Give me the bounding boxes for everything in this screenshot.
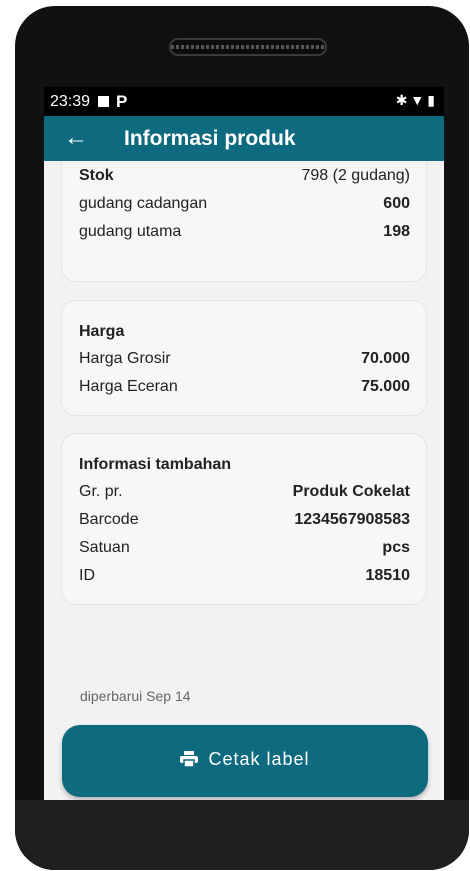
status-bar: 23:39 P ✱▼▮ <box>44 87 444 116</box>
notification-icon <box>98 96 109 107</box>
info-title: Informasi tambahan <box>79 456 232 473</box>
info-label: Satuan <box>79 539 130 556</box>
stock-row: gudang utama 198 <box>79 221 410 245</box>
wifi-icon: ▼ <box>410 92 428 108</box>
navigation-bar <box>15 800 469 870</box>
bluetooth-icon: ✱ <box>395 92 411 108</box>
stock-card: Stok 798 (2 gudang) gudang cadangan 600 … <box>62 161 426 281</box>
speaker-grille <box>169 38 327 56</box>
price-title-row: Harga <box>79 321 410 345</box>
app-bar: ← Informasi produk <box>44 116 444 161</box>
product-details[interactable]: Stok 798 (2 gudang) gudang cadangan 600 … <box>44 161 444 800</box>
info-title-row: Informasi tambahan <box>79 454 410 478</box>
stock-value: 798 (2 gudang) <box>301 167 410 184</box>
price-row: Harga Grosir 70.000 <box>79 348 410 372</box>
price-row: Harga Eceran 75.000 <box>79 376 410 400</box>
updated-date: diperbarui Sep 14 <box>80 688 191 704</box>
status-icons: ✱▼▮ <box>396 92 438 109</box>
print-label-text: Cetak label <box>208 749 310 769</box>
stock-label: Stok <box>79 167 114 184</box>
price-title: Harga <box>79 323 125 340</box>
info-row: Gr. pr. Produk Cokelat <box>79 481 410 505</box>
info-value: 18510 <box>365 567 411 584</box>
info-value: pcs <box>382 539 410 556</box>
stock-total-row: Stok 798 (2 gudang) <box>79 165 410 189</box>
warehouse-value: 198 <box>383 223 410 240</box>
price-value: 70.000 <box>361 350 410 367</box>
phone-frame: 23:39 P ✱▼▮ ← Informasi produk Stok 798 … <box>15 6 469 870</box>
back-arrow-icon[interactable]: ← <box>64 124 88 152</box>
status-time: 23:39 <box>50 93 91 110</box>
printer-icon <box>180 751 199 767</box>
print-label-button[interactable]: Cetak label <box>62 725 428 797</box>
info-value: 1234567908583 <box>294 511 410 528</box>
app-notification-icon: P <box>116 92 128 111</box>
screen: 23:39 P ✱▼▮ ← Informasi produk Stok 798 … <box>44 87 444 800</box>
price-label: Harga Eceran <box>79 378 178 395</box>
price-label: Harga Grosir <box>79 350 171 367</box>
info-value: Produk Cokelat <box>292 483 410 500</box>
stock-row: gudang cadangan 600 <box>79 193 410 217</box>
info-label: Barcode <box>79 511 139 528</box>
page-title: Informasi produk <box>124 127 296 150</box>
warehouse-label: gudang cadangan <box>79 195 208 212</box>
info-label: ID <box>79 567 95 584</box>
warehouse-value: 600 <box>383 195 410 212</box>
info-label: Gr. pr. <box>79 483 123 500</box>
info-row: Barcode 1234567908583 <box>79 509 410 533</box>
price-value: 75.000 <box>361 378 410 395</box>
battery-icon: ▮ <box>427 92 438 108</box>
additional-info-card: Informasi tambahan Gr. pr. Produk Cokela… <box>62 434 426 604</box>
price-card: Harga Harga Grosir 70.000 Harga Eceran 7… <box>62 301 426 415</box>
print-label-content: Cetak label <box>62 749 428 770</box>
info-row: ID 18510 <box>79 565 410 589</box>
info-row: Satuan pcs <box>79 537 410 561</box>
warehouse-label: gudang utama <box>79 223 182 240</box>
